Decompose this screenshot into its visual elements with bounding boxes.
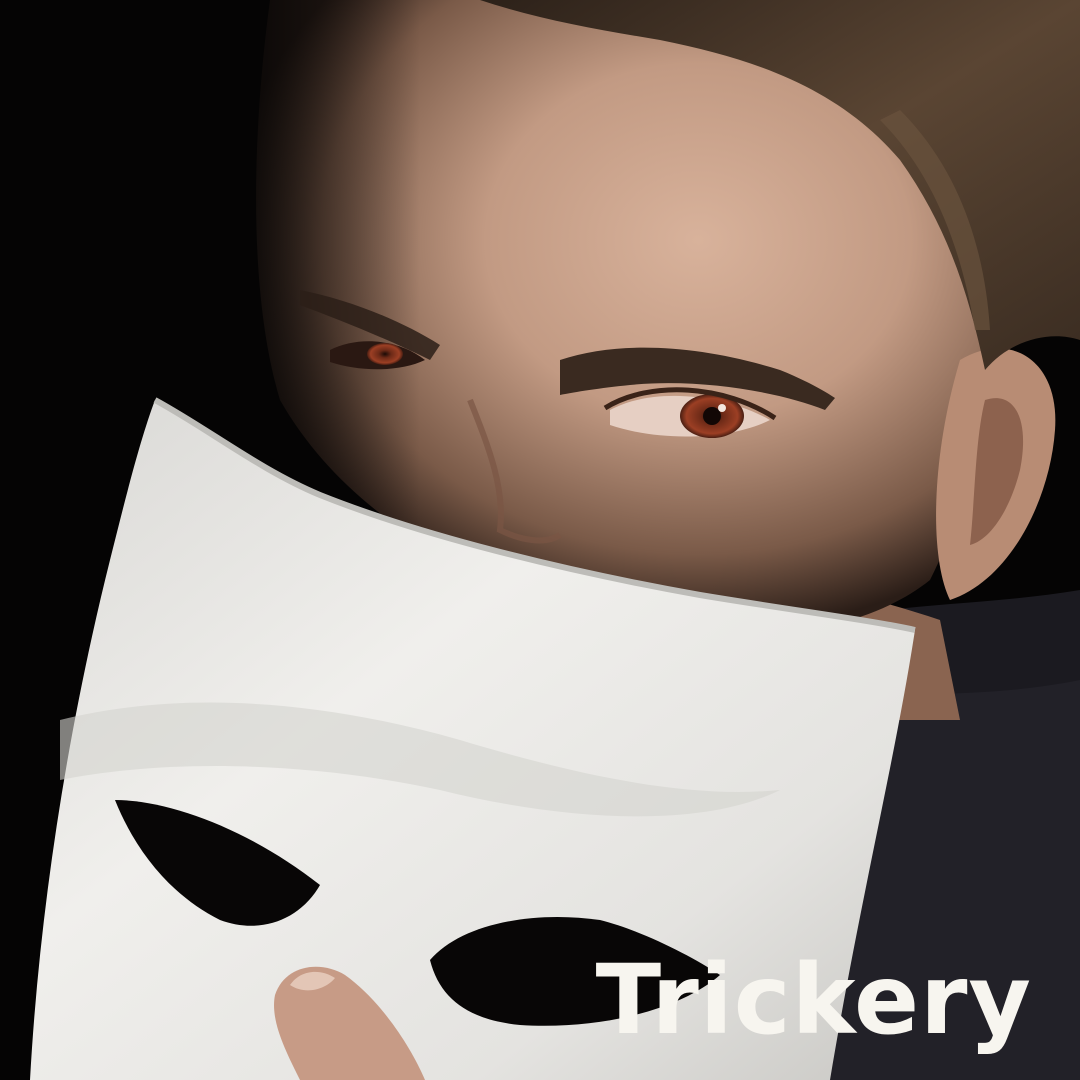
- caption-title: Trickery: [595, 944, 1032, 1056]
- photo-scene: Trickery: [0, 0, 1080, 1080]
- masked-man-photo: [0, 0, 1080, 1080]
